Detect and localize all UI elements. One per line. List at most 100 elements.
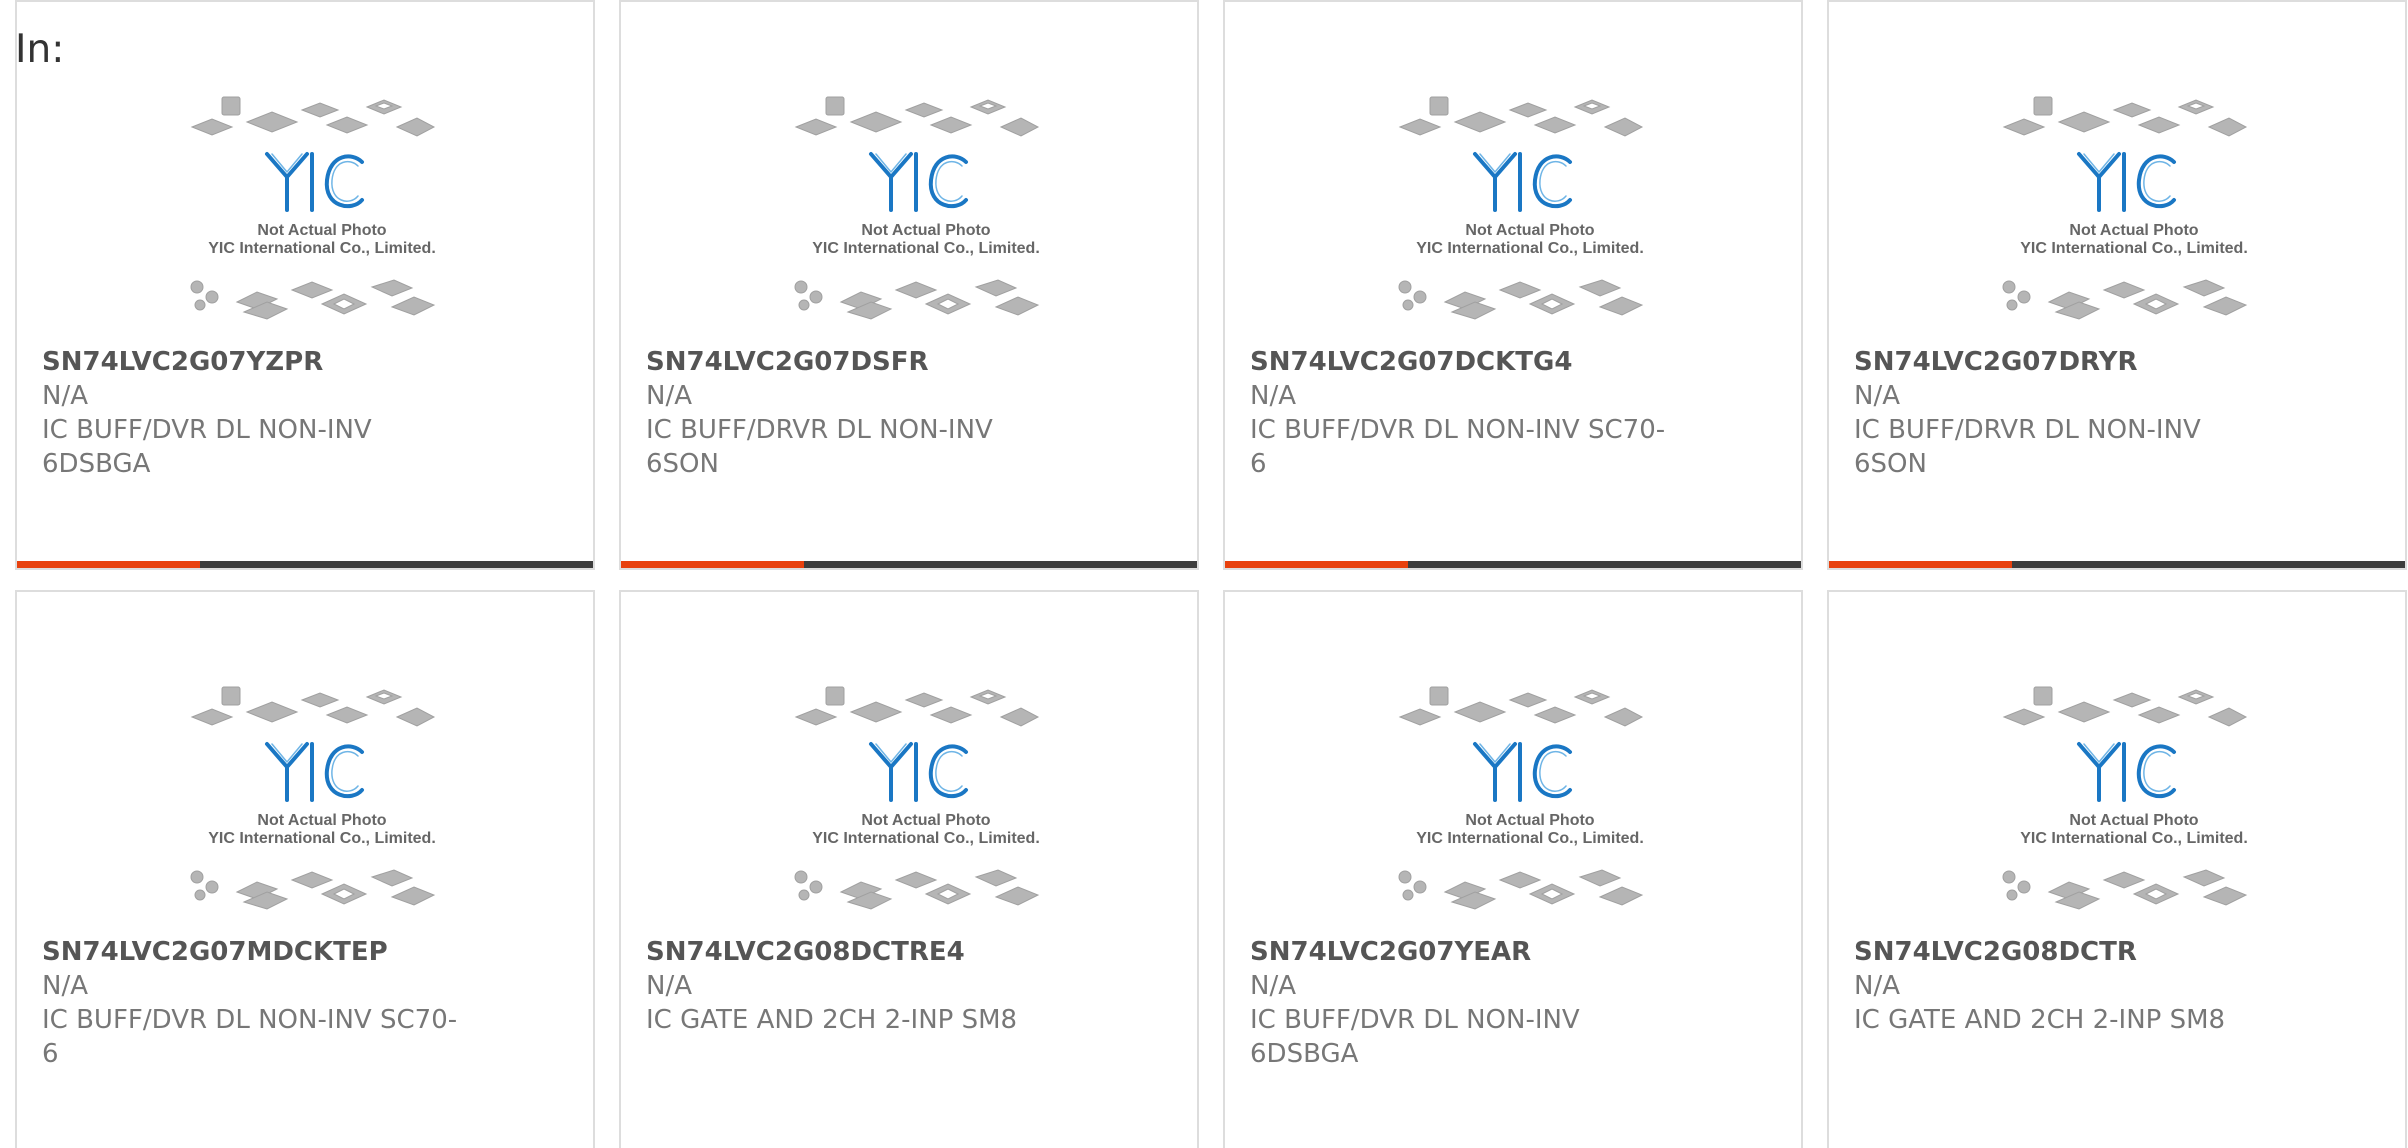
card-footer-bar [1829,561,2405,568]
product-description: IC BUFF/DRVR DL NON-INV 6SON [1854,413,2274,481]
product-thumbnail: Not Actual Photo YIC International Co., … [190,686,436,910]
product-thumbnail: Not Actual Photo YIC International Co., … [794,96,1040,320]
description-line: IC BUFF/DVR DL NON-INV [1250,1005,1580,1035]
not-actual-photo-text: Not Actual Photo [257,812,386,829]
not-actual-photo-text: Not Actual Photo [257,222,386,239]
manufacturer: N/A [1250,381,1296,411]
chip-icons-top [1398,96,1644,137]
card-footer-bar [1225,561,1801,568]
yic-logo [2077,742,2176,802]
part-number-link[interactable]: SN74LVC2G07YEAR [1250,935,1531,969]
filter-label: In: [15,27,65,72]
chip-icons-top [794,686,1040,727]
product-description: IC BUFF/DVR DL NON-INV SC70- 6 [1250,413,1670,481]
part-number-link[interactable]: SN74LVC2G08DCTR [1854,935,2137,969]
product-description: IC GATE AND 2CH 2-INP SM8 [1854,1003,2274,1037]
product-description: IC GATE AND 2CH 2-INP SM8 [646,1003,1066,1037]
product-thumbnail: Not Actual Photo YIC International Co., … [1398,96,1644,320]
product-grid: Not Actual Photo YIC International Co., … [15,0,2408,1148]
part-number-link[interactable]: SN74LVC2G07YZPR [42,345,323,379]
not-actual-photo-text: Not Actual Photo [861,812,990,829]
chip-icons-bottom [794,869,1040,910]
company-name-text: YIC International Co., Limited. [812,830,1040,847]
part-number-link[interactable]: SN74LVC2G07DSFR [646,345,929,379]
product-description: IC BUFF/DVR DL NON-INV 6DSBGA [42,413,462,481]
chip-icons-top [794,96,1040,137]
part-number-link[interactable]: SN74LVC2G07DRYR [1854,345,2138,379]
manufacturer: N/A [1854,971,1900,1001]
chip-icons-top [190,96,436,137]
product-card[interactable]: Not Actual Photo YIC International Co., … [15,0,595,570]
manufacturer: N/A [42,971,88,1001]
chip-icons-bottom [2002,279,2248,320]
card-footer-bar [17,561,593,568]
description-line: IC GATE AND 2CH 2-INP SM8 [646,1005,1018,1035]
chip-icons-bottom [2002,869,2248,910]
product-card[interactable]: Not Actual Photo YIC International Co., … [619,0,1199,570]
yic-logo [265,152,364,212]
yic-logo [2077,152,2176,212]
product-card[interactable]: Not Actual Photo YIC International Co., … [1223,590,1803,1148]
not-actual-photo-text: Not Actual Photo [1465,222,1594,239]
card-accent-bar [1829,561,2012,568]
not-actual-photo-text: Not Actual Photo [1465,812,1594,829]
not-actual-photo-text: Not Actual Photo [2069,812,2198,829]
product-grid-page: In: Not Actual Photo YIC International C… [0,0,2408,1148]
company-name-text: YIC International Co., Limited. [1416,830,1644,847]
company-name-text: YIC International Co., Limited. [1416,240,1644,257]
product-description: IC BUFF/DVR DL NON-INV 6DSBGA [1250,1003,1670,1071]
description-line: 6 [42,1039,59,1069]
card-accent-bar [1225,561,1408,568]
yic-logo [265,742,364,802]
part-number-link[interactable]: SN74LVC2G08DCTRE4 [646,935,965,969]
product-thumbnail: Not Actual Photo YIC International Co., … [2002,96,2248,320]
product-card[interactable]: Not Actual Photo YIC International Co., … [1827,0,2407,570]
yic-logo [869,152,968,212]
description-line: 6 [1250,449,1267,479]
chip-icons-top [1398,686,1644,727]
company-name-text: YIC International Co., Limited. [812,240,1040,257]
not-actual-photo-text: Not Actual Photo [861,222,990,239]
not-actual-photo-text: Not Actual Photo [2069,222,2198,239]
chip-icons-top [2002,96,2248,137]
card-accent-bar [621,561,804,568]
manufacturer: N/A [646,971,692,1001]
part-number-link[interactable]: SN74LVC2G07DCKTG4 [1250,345,1572,379]
product-card[interactable]: Not Actual Photo YIC International Co., … [1223,0,1803,570]
description-line: IC GATE AND 2CH 2-INP SM8 [1854,1005,2226,1035]
product-thumbnail: Not Actual Photo YIC International Co., … [794,686,1040,910]
chip-icons-top [2002,686,2248,727]
card-accent-bar [17,561,200,568]
company-name-text: YIC International Co., Limited. [2020,830,2248,847]
manufacturer: N/A [1854,381,1900,411]
manufacturer: N/A [1250,971,1296,1001]
chip-icons-top [190,686,436,727]
product-card[interactable]: Not Actual Photo YIC International Co., … [619,590,1199,1148]
manufacturer: N/A [646,381,692,411]
chip-icons-bottom [190,279,436,320]
product-card[interactable]: Not Actual Photo YIC International Co., … [1827,590,2407,1148]
description-line: IC BUFF/DRVR DL NON-INV [1854,415,2201,445]
description-line: IC BUFF/DRVR DL NON-INV [646,415,993,445]
company-name-text: YIC International Co., Limited. [208,240,436,257]
part-number-link[interactable]: SN74LVC2G07MDCKTEP [42,935,388,969]
product-thumbnail: Not Actual Photo YIC International Co., … [2002,686,2248,910]
description-line: 6SON [646,449,719,479]
product-card[interactable]: Not Actual Photo YIC International Co., … [15,590,595,1148]
description-line: IC BUFF/DVR DL NON-INV SC70- [1250,415,1666,445]
chip-icons-bottom [794,279,1040,320]
product-thumbnail: Not Actual Photo YIC International Co., … [190,96,436,320]
company-name-text: YIC International Co., Limited. [208,830,436,847]
chip-icons-bottom [190,869,436,910]
yic-logo [1473,152,1572,212]
description-line: IC BUFF/DVR DL NON-INV SC70- [42,1005,458,1035]
product-description: IC BUFF/DRVR DL NON-INV 6SON [646,413,1066,481]
company-name-text: YIC International Co., Limited. [2020,240,2248,257]
description-line: 6SON [1854,449,1927,479]
product-description: IC BUFF/DVR DL NON-INV SC70- 6 [42,1003,462,1071]
product-thumbnail: Not Actual Photo YIC International Co., … [1398,686,1644,910]
yic-logo [1473,742,1572,802]
description-line: IC BUFF/DVR DL NON-INV [42,415,372,445]
chip-icons-bottom [1398,869,1644,910]
manufacturer: N/A [42,381,88,411]
